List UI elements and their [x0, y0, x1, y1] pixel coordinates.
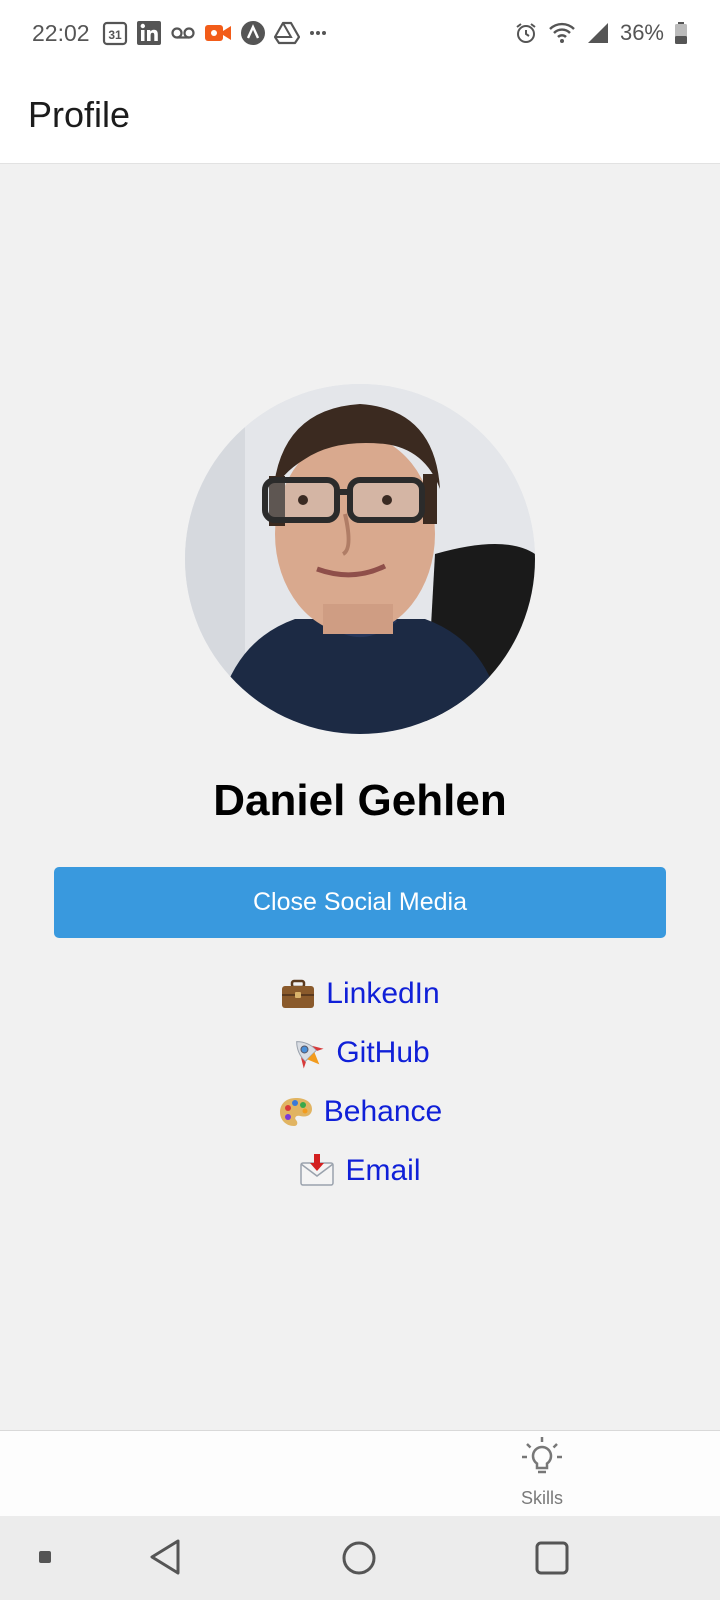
palette-icon	[278, 1094, 314, 1130]
app-header: Profile	[0, 66, 720, 164]
close-social-media-button[interactable]: Close Social Media	[54, 867, 666, 938]
nav-recents-button[interactable]	[531, 1537, 573, 1579]
battery-percentage: 36%	[619, 20, 664, 45]
email-link[interactable]: Email	[299, 1141, 421, 1200]
recents-icon	[535, 1541, 569, 1575]
more-icon	[308, 20, 328, 46]
email-label: Email	[345, 1153, 421, 1187]
app-screen: 22:02 31 36% Profile Daniel Gehlen Close…	[0, 0, 720, 1600]
behance-label: Behance	[323, 1094, 443, 1128]
social-links: LinkedIn GitHub Behance Email	[0, 964, 720, 1200]
status-bar: 22:02 31 36%	[0, 0, 720, 66]
signal-icon	[586, 21, 610, 45]
notification-icons: 31	[102, 20, 328, 46]
profile-content: Daniel Gehlen Close Social Media LinkedI…	[0, 164, 720, 1430]
envelope-icon	[299, 1153, 335, 1189]
github-link[interactable]: GitHub	[290, 1023, 430, 1082]
system-status-icons: 36%	[514, 20, 688, 46]
system-nav-bar	[0, 1516, 720, 1600]
calendar-day: 31	[108, 28, 122, 42]
wifi-icon	[548, 21, 576, 45]
github-label: GitHub	[336, 1035, 430, 1069]
lightbulb-icon	[519, 1435, 565, 1486]
voicemail-icon	[170, 20, 196, 46]
alarm-icon	[514, 21, 538, 45]
bottom-tab-bar: Skills	[0, 1430, 720, 1516]
linkedin-link[interactable]: LinkedIn	[280, 964, 440, 1023]
tab-skills[interactable]: Skills	[500, 1435, 584, 1513]
home-icon	[342, 1541, 376, 1575]
app-icon	[240, 20, 266, 46]
nav-menu-button[interactable]	[34, 1546, 56, 1568]
profile-name: Daniel Gehlen	[213, 776, 507, 825]
tab-skills-label: Skills	[520, 1488, 563, 1508]
video-call-icon	[204, 20, 232, 46]
page-title: Profile	[28, 93, 131, 135]
behance-link[interactable]: Behance	[278, 1082, 442, 1141]
linkedin-icon	[136, 20, 162, 46]
drive-icon	[273, 20, 300, 46]
rocket-icon	[290, 1035, 326, 1071]
nav-home-button[interactable]	[338, 1537, 380, 1579]
back-icon	[150, 1539, 180, 1575]
nav-back-button[interactable]	[145, 1536, 185, 1578]
linkedin-label: LinkedIn	[326, 976, 440, 1010]
avatar	[185, 384, 535, 734]
calendar-icon: 31	[102, 20, 128, 46]
briefcase-icon	[280, 976, 316, 1012]
battery-icon	[674, 21, 688, 45]
status-time: 22:02	[32, 19, 90, 46]
